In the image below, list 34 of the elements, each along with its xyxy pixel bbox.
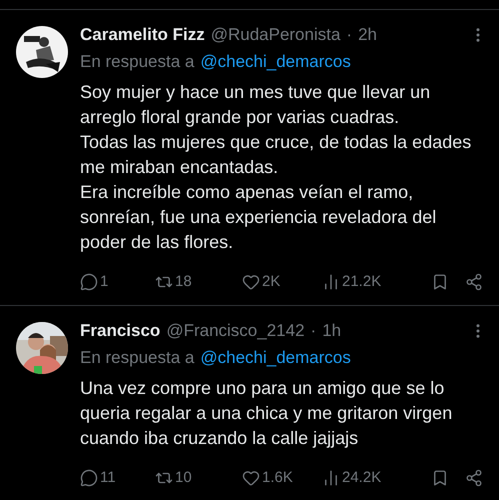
- display-name[interactable]: Caramelito Fizz: [80, 22, 205, 48]
- share-button[interactable]: [465, 272, 483, 291]
- timestamp: 1h: [322, 320, 342, 342]
- user-handle[interactable]: @Francisco_2142: [166, 318, 305, 344]
- views-button[interactable]: 21.2K: [322, 270, 410, 293]
- reply-icon: [80, 272, 98, 291]
- like-icon: [242, 272, 260, 291]
- reply-label: En respuesta a: [80, 50, 194, 72]
- reply-label: En respuesta a: [80, 346, 194, 368]
- like-button[interactable]: 1.6K: [242, 466, 322, 489]
- repost-button[interactable]: 18: [155, 270, 242, 293]
- views-button[interactable]: 24.2K: [322, 466, 410, 489]
- timestamp: 2h: [358, 24, 378, 46]
- tweet-text: Era increíble como apenas veían el ramo, sonreían, fue una experiencia reveladora del poder de las flores.: [80, 180, 438, 254]
- views-icon: [322, 468, 340, 487]
- display-name[interactable]: Francisco: [80, 318, 160, 344]
- tweet-text: Todas las mujeres que cruce, de todas la edades me miraban encantadas.: [80, 130, 472, 178]
- reply-button[interactable]: 11: [80, 466, 155, 489]
- separator-dot: ·: [346, 24, 352, 46]
- mention-link[interactable]: @chechi_demarcos: [200, 48, 351, 76]
- like-icon: [242, 468, 260, 487]
- tweet-text: Una vez compre uno para un amigo que se lo queria regalar a una chica y me gritaron virgen cuando iba cruzando la calle jajjajs: [80, 376, 454, 450]
- views-icon: [322, 272, 340, 291]
- bookmark-button[interactable]: [431, 272, 449, 291]
- separator-dot: ·: [310, 320, 316, 342]
- mention-link[interactable]: @chechi_demarcos: [200, 344, 351, 372]
- reply-button[interactable]: 1: [80, 270, 155, 293]
- reply-icon: [80, 468, 98, 487]
- repost-button[interactable]: 10: [155, 466, 242, 489]
- user-handle[interactable]: @RudaPeronista: [210, 22, 340, 48]
- tweet-text: Soy mujer y hace un mes tuve que llevar un arreglo floral grande por varias cuadras.: [80, 80, 432, 129]
- like-button[interactable]: 2K: [242, 270, 322, 293]
- bookmark-button[interactable]: [431, 468, 449, 487]
- share-button[interactable]: [465, 468, 483, 487]
